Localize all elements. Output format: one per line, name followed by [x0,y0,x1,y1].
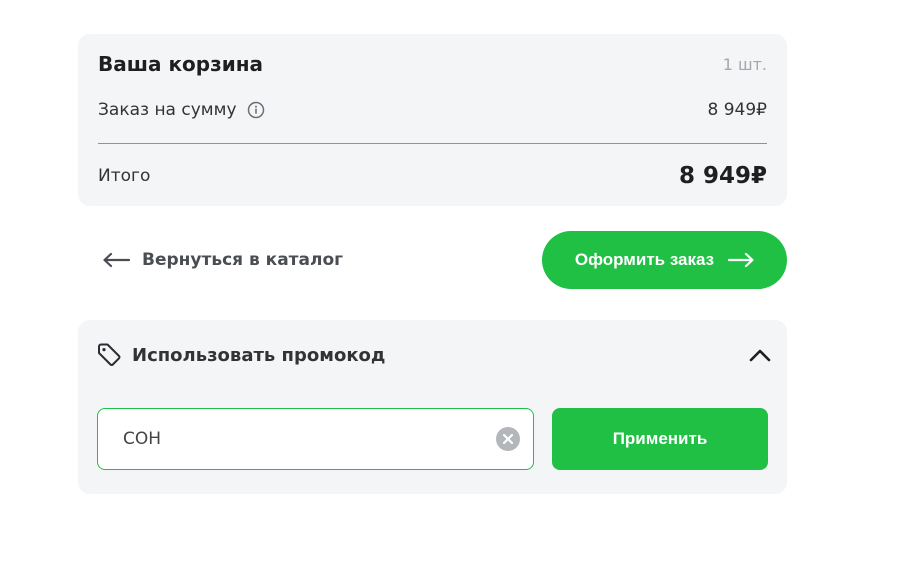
promo-code-field[interactable] [97,408,534,470]
promo-header-left: Использовать промокод [96,342,385,368]
chevron-up-icon[interactable] [749,348,771,362]
back-to-catalog-label: Вернуться в каталог [142,250,344,270]
info-icon[interactable] [247,101,265,119]
arrow-left-icon [102,252,130,268]
total-value: 8 949₽ [678,163,767,189]
order-sum-label-group: Заказ на сумму [98,100,265,120]
promo-code-title: Использовать промокод [132,344,386,366]
order-sum-value: 8 949₽ [707,100,767,120]
checkout-button[interactable]: Оформить заказ [542,231,787,289]
promo-code-toggle[interactable]: Использовать промокод [96,340,771,370]
back-to-catalog-link[interactable]: Вернуться в каталог [102,247,343,273]
apply-promo-label: Применить [612,429,708,448]
cart-summary-page: Ваша корзина 1 шт. Заказ на сумму 8 949₽… [0,0,907,565]
checkout-button-label: Оформить заказ [574,250,715,269]
order-sum-label: Заказ на сумму [98,100,237,120]
cart-summary-card: Ваша корзина 1 шт. Заказ на сумму 8 949₽… [78,34,787,206]
cart-item-count: 1 шт. [722,54,767,74]
summary-divider [98,143,767,144]
apply-promo-button[interactable]: Применить [552,408,768,470]
promo-code-input[interactable] [98,409,496,469]
clear-icon[interactable] [496,427,520,451]
total-row: Итого 8 949₽ [98,162,767,190]
tag-icon [96,342,122,368]
total-label: Итого [98,166,151,186]
cart-header-row: Ваша корзина 1 шт. [98,52,767,76]
order-sum-row: Заказ на сумму 8 949₽ [98,98,767,122]
cart-title: Ваша корзина [98,52,264,76]
arrow-right-icon [728,252,754,268]
promo-code-card: Использовать промокод Применить [78,320,787,494]
